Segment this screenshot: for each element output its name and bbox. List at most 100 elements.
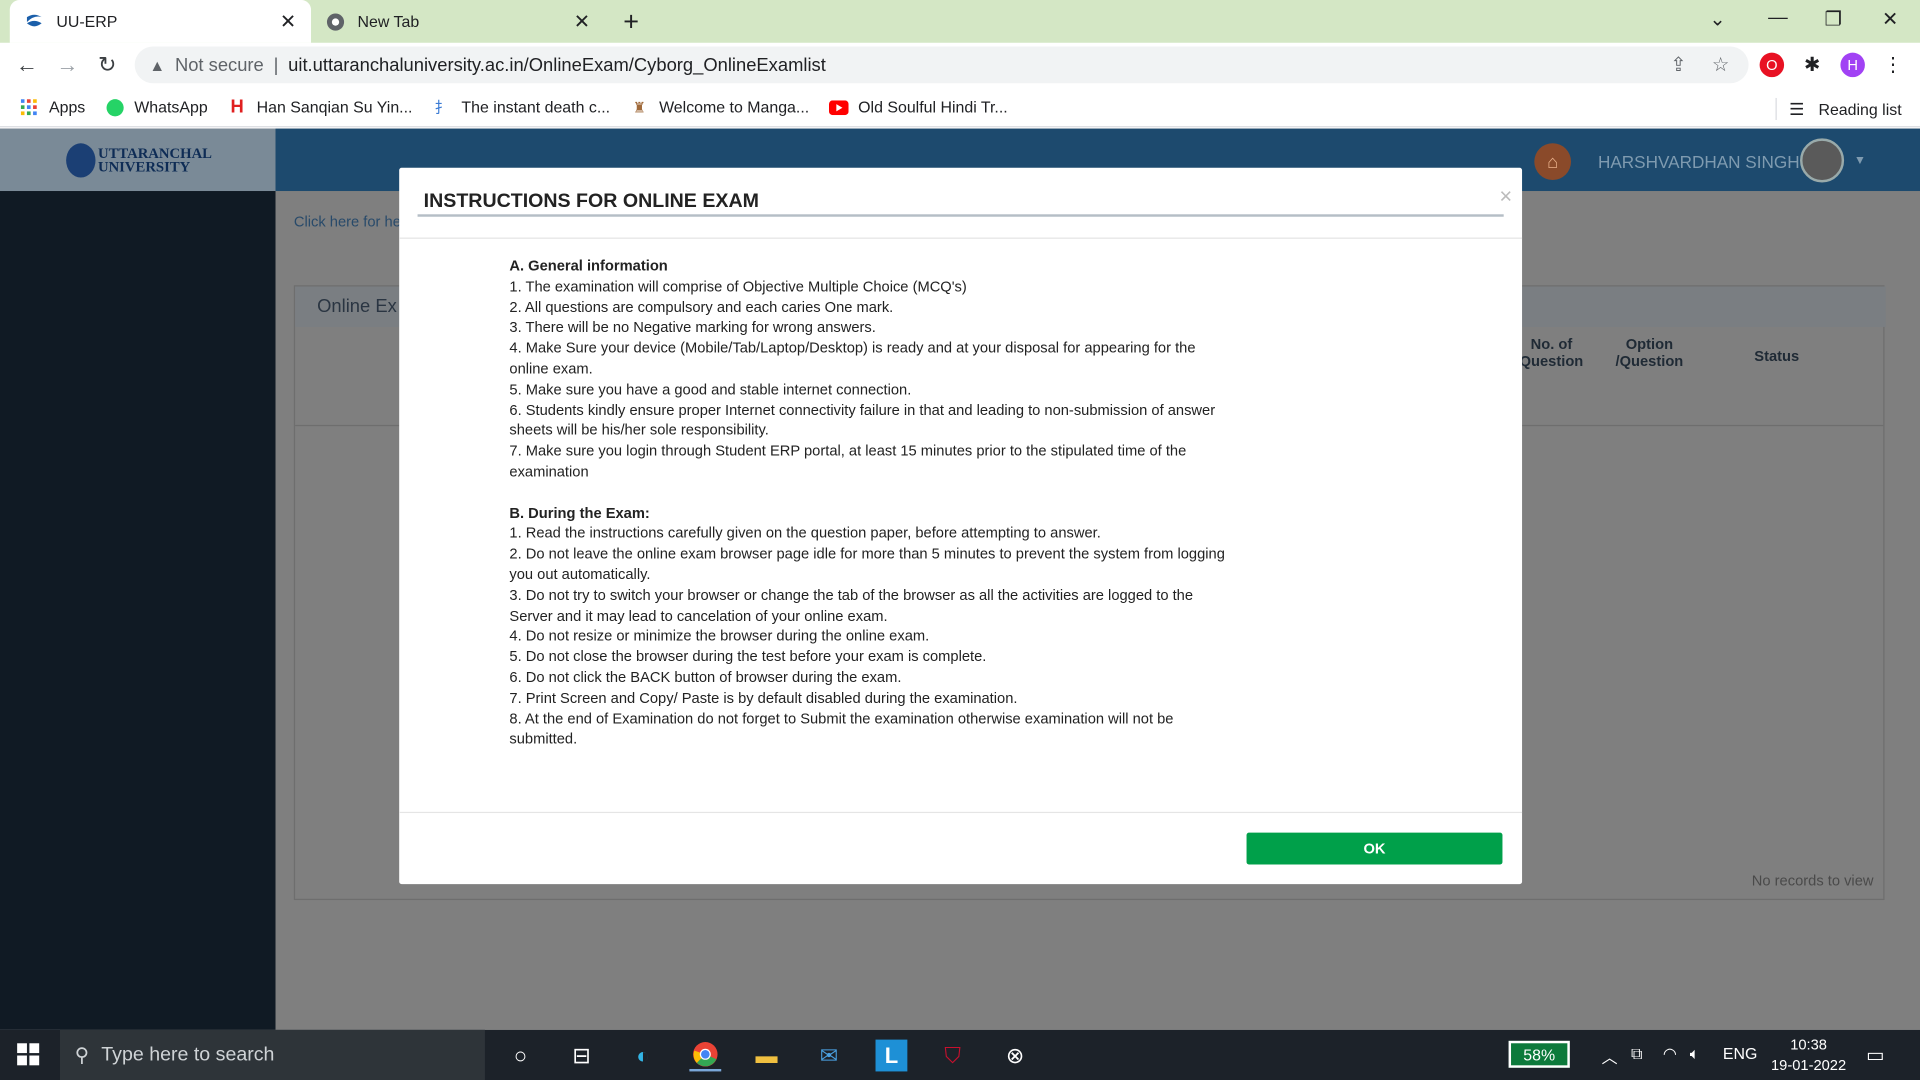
instruction-b-4: 4. Do not resize or minimize the browser… [509,627,930,645]
instruction-b-2: 2. Do not leave the online exam browser … [509,545,1225,583]
file-explorer-icon[interactable]: ▬ [751,1040,783,1072]
warning-icon: ▲ [149,55,166,75]
help-link[interactable]: Click here for he [294,213,401,230]
new-tab-button[interactable]: + [623,6,639,38]
wifi-icon[interactable]: ◠ [1663,1044,1677,1064]
logo-line-2: UNIVERSITY [97,157,191,175]
screen: UU-ERP ✕ New Tab ✕ + ⌄ — ❐ ✕ ← → ↻ ▲ Not… [0,0,1920,1080]
whatsapp-icon [105,97,125,117]
tab-search-icon[interactable]: ⌄ [1709,7,1725,31]
close-tab-icon[interactable]: ✕ [574,9,590,33]
manga-icon: ⺘ [434,99,450,117]
instruction-a-1: 1. The examination will comprise of Obje… [509,277,967,295]
volume-icon[interactable]: 🔈︎ [1690,1044,1700,1064]
modal-title: INSTRUCTIONS FOR ONLINE EXAM [423,191,759,212]
clock[interactable]: 10:38 19-01-2022 [1768,1035,1849,1077]
divider [399,237,1523,239]
tray-app-icon[interactable]: ⧉ [1631,1044,1642,1064]
date: 19-01-2022 [1770,1056,1847,1074]
instruction-b-3: 3. Do not try to switch your browser or … [509,586,1194,624]
instruction-b-8: 8. At the end of Examination do not forg… [509,709,1174,748]
no-records-label: No records to view [1751,871,1874,889]
bookmark-han-sanqian[interactable]: H Han Sanqian Su Yin... [227,97,412,118]
ok-button[interactable]: OK [1246,832,1503,865]
browser-toolbar: ← → ↻ ▲ Not secure | uit.uttaranchaluniv… [0,42,1920,89]
instruction-a-3: 3. There will be no Negative marking for… [509,318,876,336]
tab-strip: UU-ERP ✕ New Tab ✕ + ⌄ — ❐ ✕ [0,0,1920,43]
bookmark-whatsapp[interactable]: WhatsApp [105,97,208,117]
chevron-up-icon[interactable]: ︿ [1602,1044,1618,1067]
reload-icon[interactable]: ↻ [98,53,116,79]
mcafee-icon[interactable]: ⛉ [937,1040,969,1072]
notification-icon[interactable]: ▭ [1866,1043,1885,1067]
instruction-b-7: 7. Print Screen and Copy/ Paste is by de… [509,689,1018,707]
menu-kebab-icon[interactable]: ⋮ [1881,53,1905,77]
reading-list-icon: ☰ [1789,98,1805,119]
minimize-icon[interactable]: — [1768,7,1788,29]
bookmark-star-icon[interactable]: ☆ [1712,53,1730,77]
bookmarks-bar: Apps WhatsApp H Han Sanqian Su Yin... ⺘ … [0,88,1920,128]
windows-start-icon[interactable] [17,1043,40,1066]
search-placeholder: Type here to search [101,1043,275,1065]
instruction-b-6: 6. Do not click the BACK button of brows… [509,668,902,686]
bookmark-welcome-manga[interactable]: ♜ Welcome to Manga... [630,97,810,117]
instruction-b-1: 1. Read the instructions carefully given… [509,524,1101,542]
tab-uu-erp[interactable]: UU-ERP ✕ [9,0,312,43]
instruction-a-6: 6. Students kindly ensure proper Interne… [509,401,1216,439]
edge-icon[interactable]: ◐ [627,1040,659,1072]
profile-avatar[interactable]: H [1840,52,1865,78]
tab-new-tab[interactable]: New Tab ✕ [313,0,604,43]
l-app-icon[interactable]: L [875,1039,908,1072]
column-header: Option /Question [1615,335,1684,370]
divider [1775,97,1777,121]
instructions-modal: INSTRUCTIONS FOR ONLINE EXAM × A. Genera… [399,167,1523,885]
instruction-a-4: 4. Make Sure your device (Mobile/Tab/Lap… [509,339,1196,378]
language-indicator[interactable]: ENG [1723,1044,1757,1062]
instruction-b-5: 5. Do not close the browser during the t… [509,647,987,666]
close-window-icon[interactable]: ✕ [1882,7,1898,31]
cortana-icon[interactable]: ○ [504,1040,536,1072]
mail-icon[interactable]: ✉ [813,1040,845,1072]
bookmark-apps[interactable]: Apps [20,97,86,117]
bookmark-label: Apps [48,97,86,117]
tab-title: New Tab [357,12,420,31]
instruction-a-5: 5. Make sure you have a good and stable … [509,380,912,398]
taskbar-search[interactable]: ⚲ Type here to search [60,1029,485,1080]
reading-list-button[interactable]: ☰ Reading list [1775,97,1902,121]
forward-icon[interactable]: → [56,53,78,79]
uu-erp-favicon-icon [24,12,44,32]
task-view-icon[interactable]: ⊟ [566,1040,598,1072]
close-icon[interactable]: × [1499,184,1512,210]
user-name: HARSHVARDHAN SINGH [1597,151,1800,172]
manga-site-icon: ♜ [632,98,647,116]
restore-icon[interactable]: ❐ [1825,7,1843,31]
opera-extension-icon[interactable]: O [1759,52,1785,78]
close-tab-icon[interactable]: ✕ [280,9,296,33]
user-avatar[interactable] [1800,138,1845,183]
youtube-icon [828,97,849,117]
bookmark-label: Welcome to Manga... [659,97,810,117]
windows-taskbar: ⚲ Type here to search ○ ⊟ ◐ ▬ ✉ L ⛉ ⊗ 58… [0,1029,1920,1080]
logo-mark-icon [66,142,96,177]
apps-grid-icon [20,97,40,117]
url-text[interactable]: uit.uttaranchaluniversity.ac.in/OnlineEx… [288,54,826,75]
bookmark-instant-death[interactable]: ⺘ The instant death c... [432,97,610,117]
battery-indicator[interactable]: 58% [1508,1040,1570,1068]
back-icon[interactable]: ← [16,53,38,79]
extensions-puzzle-icon[interactable]: ✱ [1800,53,1824,77]
address-bar[interactable]: ▲ Not secure | uit.uttaranchaluniversity… [134,46,1749,84]
xbox-icon[interactable]: ⊗ [999,1040,1031,1072]
bookmark-label: The instant death c... [461,97,611,117]
column-header: Status [1754,347,1800,365]
modal-header: INSTRUCTIONS FOR ONLINE EXAM [417,168,1504,217]
security-label: Not secure [174,54,264,76]
bookmark-old-soulful[interactable]: Old Soulful Hindi Tr... [828,97,1008,117]
home-icon[interactable]: ⌂ [1534,143,1572,181]
share-icon[interactable]: ⇪ [1670,53,1686,77]
chevron-down-icon[interactable]: ▼ [1854,154,1866,167]
panel-title: Online Ex [317,296,397,318]
modal-body: A. General information 1. The examinatio… [509,256,1231,750]
chrome-taskbar-icon[interactable] [689,1040,722,1072]
sidebar [0,191,276,1030]
